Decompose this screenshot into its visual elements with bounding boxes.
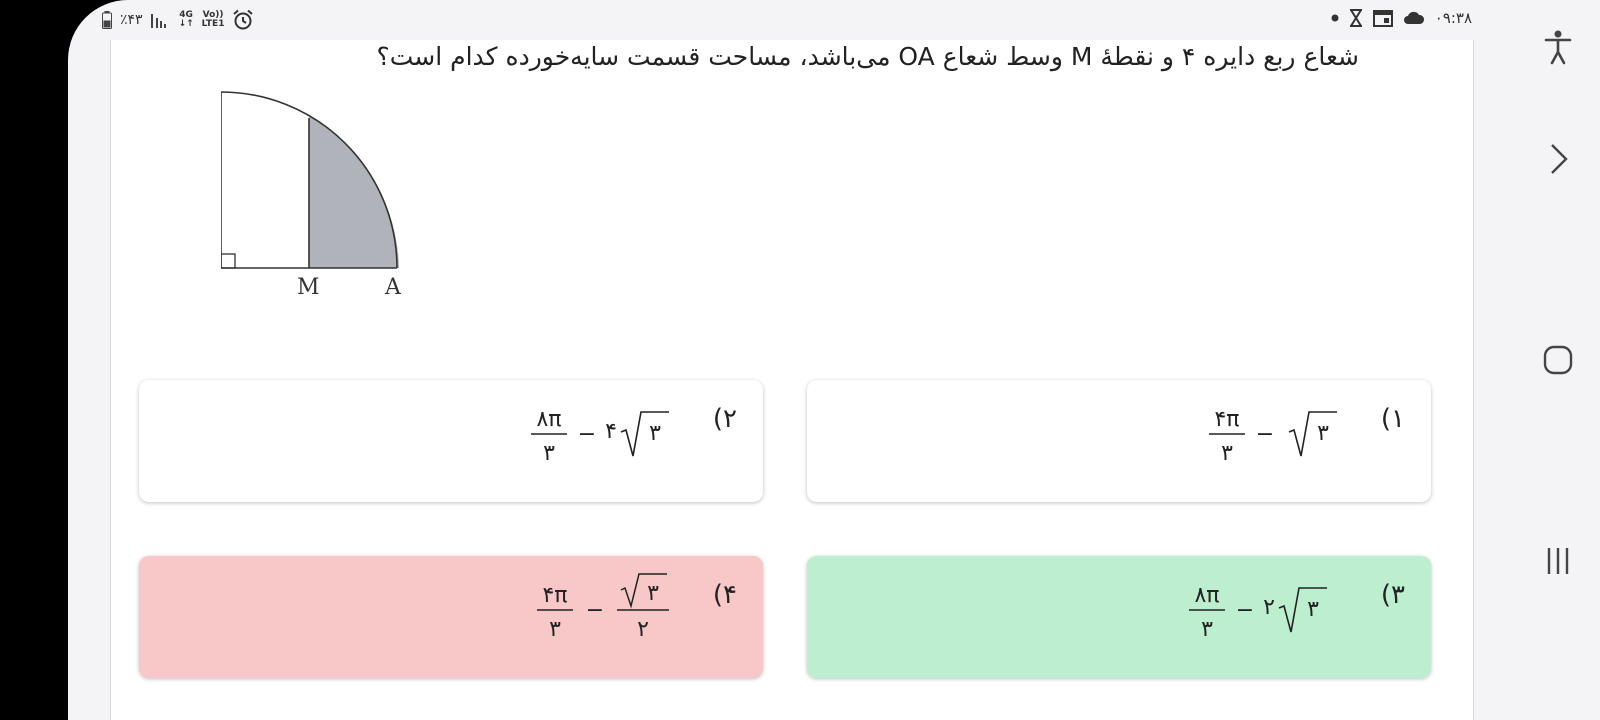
signal-icon bbox=[150, 14, 166, 28]
quarter-circle-figure: B ۴ O M A bbox=[221, 91, 402, 300]
radicand: ۳ bbox=[1307, 597, 1319, 622]
radicand: ۳ bbox=[647, 581, 659, 606]
shaded-region bbox=[309, 116, 399, 268]
option-3[interactable]: ۳) ۸π ۳ − ۲ ۳ bbox=[807, 556, 1431, 678]
formula-numerator: ۴π bbox=[1214, 407, 1239, 432]
formula-denominator-2: ۲ bbox=[637, 617, 649, 642]
question-card: شعاع ربع دایره ۴ و نقطهٔ M وسط شعاع OA م… bbox=[110, 40, 1474, 720]
dot-icon bbox=[1331, 14, 1339, 22]
formula-numerator: ۴π bbox=[542, 583, 567, 608]
option-formula: ۸π ۳ − ۴ ۳ bbox=[531, 407, 669, 466]
formula-denominator: ۳ bbox=[1221, 441, 1233, 466]
calendar-icon bbox=[1372, 10, 1393, 27]
option-formula: ۴π ۳ − ۳ ۲ bbox=[537, 573, 669, 642]
option-formula: ۸π ۳ − ۲ ۳ bbox=[1189, 583, 1327, 642]
recents-icon[interactable] bbox=[1537, 540, 1579, 582]
status-left: ٪۴۳ 4G ↓↑ Vo)) LTE1 bbox=[102, 9, 254, 31]
option-number: ۴) bbox=[712, 580, 737, 610]
hourglass-icon bbox=[1349, 9, 1362, 27]
formula-minus: − bbox=[1256, 422, 1274, 447]
option-number: ۱) bbox=[1380, 404, 1405, 434]
home-icon[interactable] bbox=[1537, 339, 1579, 381]
sqrt-sign bbox=[1278, 587, 1327, 633]
accessibility-icon[interactable] bbox=[1537, 25, 1579, 67]
label-a: A bbox=[384, 275, 402, 300]
formula-denominator: ۳ bbox=[543, 441, 555, 466]
label-m: M bbox=[297, 275, 320, 300]
formula-denominator: ۳ bbox=[1201, 617, 1213, 642]
formula-numerator: ۸π bbox=[1194, 583, 1219, 608]
sqrt-sign bbox=[1288, 411, 1337, 457]
option-2[interactable]: ۲) ۸π ۳ − ۴ ۳ bbox=[139, 380, 763, 502]
battery-icon bbox=[102, 11, 112, 29]
option-number: ۲) bbox=[712, 404, 737, 434]
option-1[interactable]: ۱) ۴π ۳ − ۳ bbox=[807, 380, 1431, 502]
network-type: 4G ↓↑ bbox=[178, 10, 194, 29]
sqrt-sign bbox=[620, 411, 669, 457]
sqrt-sign bbox=[620, 573, 667, 609]
radicand: ۳ bbox=[1317, 421, 1329, 446]
status-bar: ٪۴۳ 4G ↓↑ Vo)) LTE1 ۰۹:۳۸ bbox=[68, 0, 1516, 40]
volte-indicator: Vo)) LTE1 bbox=[201, 10, 225, 29]
right-angle-mark bbox=[221, 253, 236, 269]
alarm-icon bbox=[233, 9, 254, 30]
formula-coefficient: ۲ bbox=[1263, 595, 1275, 620]
status-right: ۰۹:۳۸ bbox=[1331, 9, 1472, 27]
formula-minus: − bbox=[578, 422, 596, 447]
formula-minus: − bbox=[1236, 598, 1254, 623]
chevron-right-icon[interactable] bbox=[1537, 138, 1579, 180]
radicand: ۳ bbox=[649, 421, 661, 446]
app-screen: ٪۴۳ 4G ↓↑ Vo)) LTE1 ۰۹:۳۸ شعاع ربع دایره… bbox=[68, 0, 1516, 720]
formula-coefficient: ۴ bbox=[605, 419, 617, 444]
formula-minus: − bbox=[586, 598, 604, 623]
battery-percent: ٪۴۳ bbox=[120, 12, 143, 28]
option-4[interactable]: ۴) ۴π ۳ − ۳ ۲ bbox=[139, 556, 763, 678]
option-formula: ۴π ۳ − ۳ bbox=[1209, 407, 1337, 466]
cloud-icon bbox=[1403, 11, 1424, 24]
navigation-bar bbox=[1516, 0, 1600, 720]
formula-numerator: ۸π bbox=[536, 407, 561, 432]
formula-denominator: ۳ bbox=[549, 617, 561, 642]
clock: ۰۹:۳۸ bbox=[1434, 9, 1472, 27]
option-number: ۳) bbox=[1380, 580, 1405, 610]
question-text: شعاع ربع دایره ۴ و نقطهٔ M وسط شعاع OA م… bbox=[376, 42, 1359, 71]
